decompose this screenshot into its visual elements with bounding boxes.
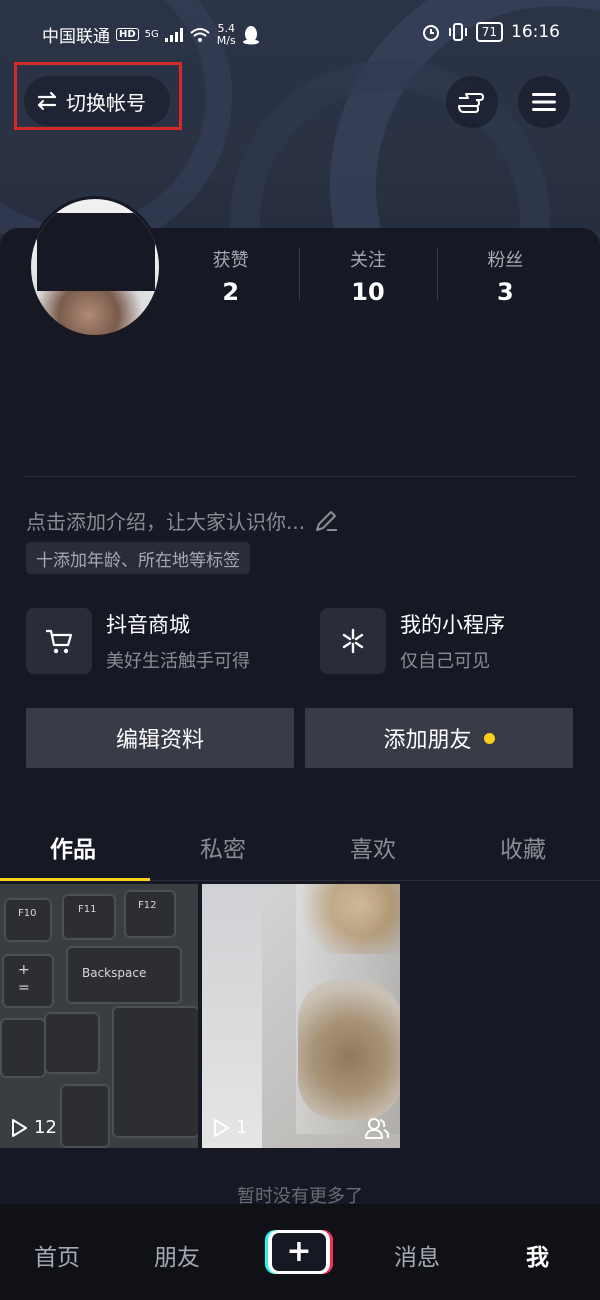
- keyboard-key: [0, 1018, 46, 1078]
- carrier-label: 中国联通: [42, 27, 110, 47]
- net-speed: 5.4 M/s: [216, 21, 236, 47]
- bottom-nav: 首页 朋友 + 消息 我: [0, 1204, 600, 1300]
- keyboard-key: [112, 1006, 198, 1138]
- stat-value: 3: [496, 278, 514, 306]
- keyboard-key-label: F12: [138, 900, 157, 911]
- keyboard-key: [44, 1012, 100, 1074]
- stat-likes[interactable]: 获赞 2: [162, 246, 299, 306]
- thumbnail-object: [298, 980, 400, 1120]
- tab-favorites[interactable]: 收藏: [500, 830, 546, 864]
- create-button[interactable]: +: [268, 1230, 330, 1274]
- content-tabs: 作品 私密 喜欢 收藏: [0, 818, 600, 881]
- keyboard-key: [60, 1084, 110, 1148]
- keyboard-key-label: F10: [18, 908, 37, 919]
- add-friend-button[interactable]: 添加朋友: [305, 708, 573, 768]
- menu-button[interactable]: [518, 76, 570, 128]
- edit-profile-label: 编辑资料: [115, 728, 204, 753]
- pointing-hand-icon: [458, 93, 484, 113]
- keyboard-key-label: =: [18, 980, 30, 996]
- nav-friends[interactable]: 朋友: [154, 1238, 200, 1272]
- menu-icon: [532, 93, 556, 111]
- play-icon: [214, 1118, 229, 1137]
- intro-placeholder[interactable]: 点击添加介绍，让大家认识你...: [26, 506, 339, 535]
- network-type: 5G: [144, 29, 159, 40]
- qq-icon: [242, 25, 259, 44]
- stat-followers[interactable]: 粉丝 3: [436, 246, 574, 306]
- plus-icon: +: [272, 1233, 326, 1271]
- battery-indicator: 71: [475, 22, 503, 42]
- video-thumbnail[interactable]: 1: [202, 884, 400, 1148]
- keyboard-key: F10: [4, 898, 52, 942]
- video-thumbnail[interactable]: F10 F11 F12 + = Backspace 12: [0, 884, 198, 1148]
- play-count: 12: [10, 1117, 57, 1138]
- visitor-button[interactable]: [446, 76, 498, 128]
- play-count-value: 1: [236, 1117, 248, 1138]
- notification-dot: [483, 732, 495, 744]
- pencil-icon: [316, 510, 338, 531]
- signal-icon: [164, 27, 183, 42]
- highlight-annotation: [14, 62, 182, 130]
- mini-program-card[interactable]: 我的小程序 仅自己可见: [320, 606, 505, 676]
- stat-value: 10: [351, 278, 385, 306]
- active-tab-indicator: [0, 878, 150, 881]
- nav-me[interactable]: 我: [526, 1238, 549, 1272]
- play-count: 1: [212, 1117, 247, 1138]
- play-icon: [12, 1118, 27, 1137]
- nav-messages[interactable]: 消息: [394, 1238, 440, 1272]
- card-subtitle: 仅自己可见: [400, 651, 490, 672]
- card-title: 抖音商城: [106, 613, 190, 637]
- stat-label: 关注: [349, 250, 386, 271]
- section-divider: [24, 476, 576, 477]
- avatar-redaction: [37, 213, 155, 291]
- keyboard-key: + =: [2, 954, 54, 1008]
- add-tags-chip[interactable]: 十添加年龄、所在地等标签: [26, 542, 250, 574]
- profile-stats: 获赞 2 关注 10 粉丝 3: [162, 246, 574, 306]
- stat-label: 获赞: [212, 250, 249, 271]
- alarm-icon: [422, 25, 439, 41]
- intro-text: 点击添加介绍，让大家认识你...: [26, 510, 306, 534]
- nav-home[interactable]: 首页: [34, 1238, 80, 1272]
- wifi-icon: [190, 27, 210, 42]
- keyboard-key-label: +: [18, 962, 30, 978]
- friends-visible-icon: [364, 1118, 390, 1139]
- play-count-value: 12: [34, 1117, 57, 1138]
- add-friend-label: 添加朋友: [383, 728, 472, 753]
- edit-profile-button[interactable]: 编辑资料: [26, 708, 294, 768]
- net-speed-value: 5.4: [217, 21, 236, 35]
- tab-likes[interactable]: 喜欢: [350, 830, 396, 864]
- card-subtitle: 美好生活触手可得: [106, 651, 250, 672]
- stat-value: 2: [222, 278, 240, 306]
- stat-label: 粉丝: [487, 250, 524, 271]
- keyboard-key: F12: [124, 890, 176, 938]
- keyboard-key-label: F11: [78, 904, 97, 915]
- keyboard-key: Backspace: [66, 946, 182, 1004]
- mini-program-icon: [320, 608, 386, 674]
- tab-works[interactable]: 作品: [50, 830, 96, 864]
- card-title: 我的小程序: [400, 613, 505, 637]
- keyboard-key: F11: [62, 894, 116, 940]
- avatar[interactable]: [28, 196, 162, 338]
- status-bar: 中国联通 HD 5G 5.4 M/s 71 16:16: [0, 0, 600, 68]
- net-speed-unit: M/s: [216, 33, 236, 47]
- thumbnail-background: [202, 884, 262, 1148]
- vibrate-icon: [448, 23, 467, 41]
- hd-badge: HD: [116, 28, 139, 41]
- stat-following[interactable]: 关注 10: [299, 246, 436, 306]
- keyboard-key-label: Backspace: [82, 966, 147, 980]
- tab-private[interactable]: 私密: [200, 830, 246, 864]
- cart-icon: [26, 608, 92, 674]
- shop-card[interactable]: 抖音商城 美好生活触手可得: [26, 606, 250, 676]
- clock: 16:16: [511, 22, 560, 42]
